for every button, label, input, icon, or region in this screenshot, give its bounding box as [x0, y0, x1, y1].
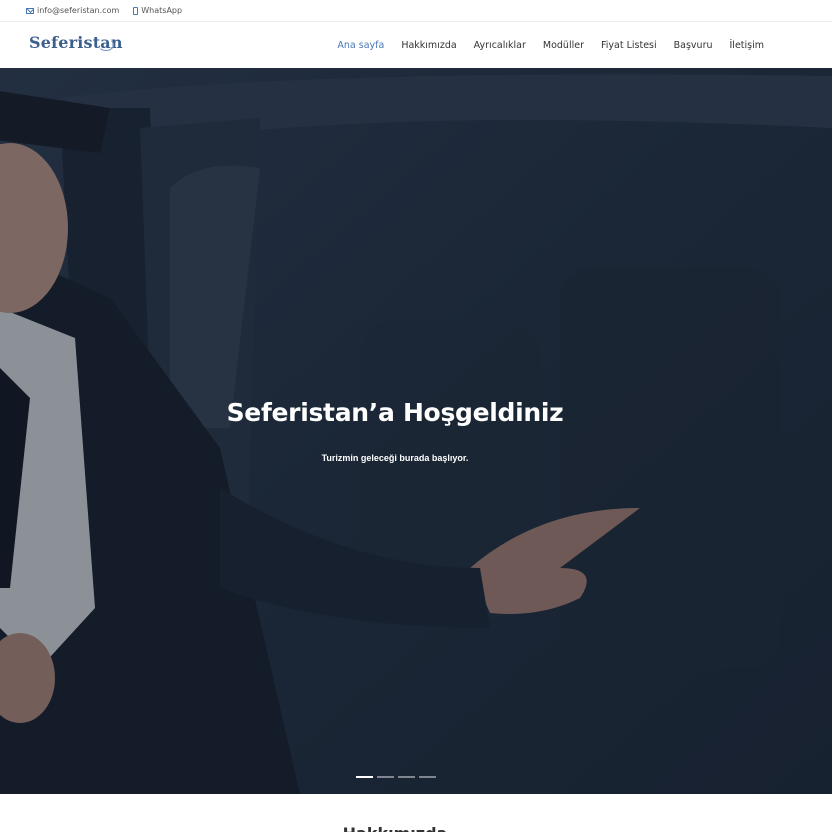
- hero-title: Seferistan’a Hoşgeldiniz: [226, 398, 564, 427]
- mail-icon: [26, 7, 34, 14]
- nav-item-pricing[interactable]: Fiyat Listesi: [601, 40, 657, 51]
- main-navigation: Ana sayfa Hakkımızda Ayrıcalıklar Modüll…: [320, 22, 764, 68]
- email-text[interactable]: info@seferistan.com: [37, 6, 119, 15]
- hero-subtitle: Turizmin geleceği burada başlıyor.: [321, 453, 469, 463]
- nav-item-modules[interactable]: Modüller: [543, 40, 584, 51]
- slider-dot-2[interactable]: [377, 776, 394, 778]
- about-heading: Hakkımızda: [0, 824, 790, 832]
- hero-dark-overlay: [0, 68, 832, 794]
- slider-dot-3[interactable]: [398, 776, 415, 778]
- whatsapp-contact[interactable]: WhatsApp: [133, 6, 182, 15]
- slider-dot-4[interactable]: [419, 776, 436, 778]
- nav-item-home[interactable]: Ana sayfa: [337, 40, 384, 51]
- nav-item-privileges[interactable]: Ayrıcalıklar: [474, 40, 526, 51]
- email-contact[interactable]: info@seferistan.com: [26, 6, 119, 15]
- whatsapp-text[interactable]: WhatsApp: [141, 6, 182, 15]
- slider-pagination: [356, 776, 440, 778]
- hero-slider: Seferistan’a Hoşgeldiniz Turizmin gelece…: [0, 68, 832, 794]
- slider-dot-1[interactable]: [356, 776, 373, 778]
- site-header: Seferistan Ana sayfa Hakkımızda Ayrıcalı…: [0, 22, 832, 68]
- nav-item-contact[interactable]: İletişim: [730, 40, 765, 51]
- logo-swoosh: [98, 39, 114, 51]
- nav-item-apply[interactable]: Başvuru: [674, 40, 713, 51]
- about-section: Hakkımızda: [0, 794, 832, 832]
- nav-item-about[interactable]: Hakkımızda: [401, 40, 456, 51]
- top-contact-bar: info@seferistan.com WhatsApp: [0, 0, 832, 22]
- phone-icon: [133, 6, 139, 15]
